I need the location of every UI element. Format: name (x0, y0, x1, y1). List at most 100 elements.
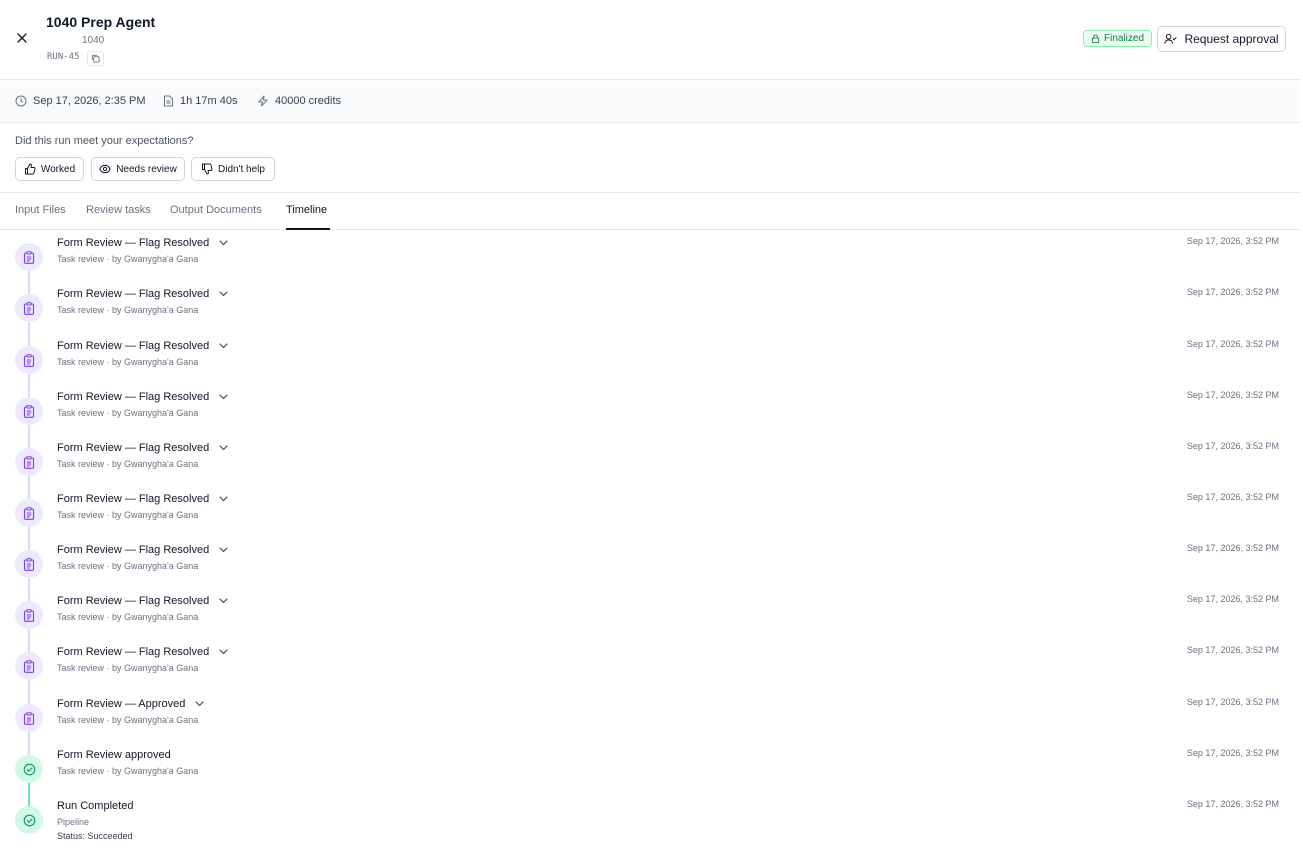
timeline-item-subtitle: Pipeline (57, 817, 90, 827)
timeline-item-title-row: Form Review — Flag Resolved (57, 646, 228, 658)
expand-toggle[interactable] (219, 240, 228, 246)
run-credits: 40000 credits (257, 95, 341, 107)
expand-toggle[interactable] (219, 649, 228, 655)
timeline-item-title: Form Review — Flag Resolved (57, 391, 210, 403)
copy-run-id-button[interactable] (87, 51, 104, 66)
timeline-item-icon (15, 499, 43, 527)
clipboard-icon (23, 353, 35, 367)
timeline-item[interactable]: Form Review — Flag Resolved Task review ·… (0, 441, 1300, 499)
expand-toggle[interactable] (219, 445, 228, 451)
timeline-item-subtitle: Task review · by Gwanygha'a Gana (57, 254, 199, 264)
didnt-help-button[interactable]: Didn't help (191, 157, 275, 181)
user-check-icon (1164, 33, 1178, 44)
clock-icon (15, 95, 27, 107)
timeline-item-icon (15, 294, 43, 322)
timeline-item-timestamp: Sep 17, 2026, 3:52 PM (1186, 287, 1279, 297)
run-datetime-value: Sep 17, 2026, 2:35 PM (33, 95, 146, 107)
tab-input-files[interactable]: Input Files (15, 204, 66, 216)
tab-timeline[interactable]: Timeline (286, 204, 327, 216)
tab-review-tasks[interactable]: Review tasks (86, 204, 151, 216)
timeline-item-timestamp: Sep 17, 2026, 3:52 PM (1186, 543, 1279, 553)
timeline-item-title-row: Form Review — Flag Resolved (57, 340, 228, 352)
check-circle-icon (23, 763, 35, 775)
timeline-item-title: Form Review — Flag Resolved (57, 442, 210, 454)
close-button[interactable] (14, 30, 30, 46)
expand-toggle[interactable] (219, 394, 228, 400)
timeline-item-status: Status: Succeeded (57, 831, 133, 841)
timeline-item[interactable]: Form Review — Approved Task review · by G… (0, 697, 1300, 755)
chevron-down-icon (219, 240, 228, 246)
timeline-item-title: Form Review approved (57, 749, 171, 761)
timeline-item-timestamp: Sep 17, 2026, 3:52 PM (1186, 236, 1279, 246)
timeline-item-icon (15, 755, 43, 783)
clipboard-icon (23, 608, 35, 622)
timeline-item-subtitle: Task review · by Gwanygha'a Gana (57, 663, 199, 673)
timeline-item-timestamp: Sep 17, 2026, 3:52 PM (1186, 697, 1279, 707)
timeline-item-title-row: Form Review — Flag Resolved (57, 391, 228, 403)
clipboard-icon (23, 711, 35, 725)
timeline-item[interactable]: Form Review — Flag Resolved Task review ·… (0, 339, 1300, 397)
lock-icon (1091, 34, 1100, 43)
timeline-item-title: Form Review — Flag Resolved (57, 646, 210, 658)
expand-toggle[interactable] (195, 701, 204, 707)
timeline-item-subtitle: Task review · by Gwanygha'a Gana (57, 408, 199, 418)
timeline-item[interactable]: Form Review — Flag Resolved Task review ·… (0, 645, 1300, 703)
timeline-item[interactable]: Form Review — Flag Resolved Task review ·… (0, 543, 1300, 601)
timeline-item-icon (15, 806, 43, 834)
timeline-item-title: Form Review — Flag Resolved (57, 288, 210, 300)
expand-toggle[interactable] (219, 547, 228, 553)
timeline-item-title-row: Form Review — Flag Resolved (57, 442, 228, 454)
chevron-down-icon (219, 598, 228, 604)
timeline-item-timestamp: Sep 17, 2026, 3:52 PM (1186, 748, 1279, 758)
timeline-item: Form Review approved Task review · by Gwa… (0, 748, 1300, 806)
timeline-item[interactable]: Form Review — Flag Resolved Task review ·… (0, 236, 1300, 294)
didnt-help-label: Didn't help (218, 163, 265, 175)
lightning-icon (258, 95, 268, 107)
status-badge-label: Finalized (1104, 33, 1145, 44)
tab-output-documents[interactable]: Output Documents (170, 204, 262, 216)
needs-review-button[interactable]: Needs review (91, 157, 185, 181)
expand-toggle[interactable] (219, 291, 228, 297)
run-duration: 1h 17m 40s (163, 95, 237, 107)
run-datetime: Sep 17, 2026, 2:35 PM (15, 95, 146, 107)
run-header: 1040 Prep Agent 1040 RUN-45 Finalized Re… (0, 0, 1300, 80)
timeline-item[interactable]: Form Review — Flag Resolved Task review ·… (0, 287, 1300, 345)
timeline-item-subtitle: Task review · by Gwanygha'a Gana (57, 459, 199, 469)
timeline-item-title-row: Form Review — Flag Resolved (57, 493, 228, 505)
timeline-item-title: Form Review — Approved (57, 698, 186, 710)
page-subtitle: 1040 (82, 35, 105, 46)
timeline-item-timestamp: Sep 17, 2026, 3:52 PM (1186, 645, 1279, 655)
clipboard-icon (23, 404, 35, 418)
timeline-item-subtitle: Task review · by Gwanygha'a Gana (57, 715, 199, 725)
clipboard-icon (23, 659, 35, 673)
page-title: 1040 Prep Agent (46, 14, 156, 30)
status-badge: Finalized (1083, 30, 1153, 47)
timeline-item-title: Form Review — Flag Resolved (57, 237, 210, 249)
expand-toggle[interactable] (219, 343, 228, 349)
needs-review-label: Needs review (116, 163, 177, 175)
expand-toggle[interactable] (219, 496, 228, 502)
worked-button[interactable]: Worked (15, 157, 84, 181)
clipboard-icon (23, 250, 35, 264)
timeline-item-icon (15, 448, 43, 476)
tab-bar: Input Files Review tasks Output Document… (0, 193, 1300, 230)
timeline-item-icon (15, 346, 43, 374)
expand-toggle[interactable] (219, 598, 228, 604)
timeline-item-timestamp: Sep 17, 2026, 3:52 PM (1186, 492, 1279, 502)
request-approval-button[interactable]: Request approval (1157, 26, 1286, 52)
timeline-item-icon (15, 397, 43, 425)
timeline-item[interactable]: Form Review — Flag Resolved Task review ·… (0, 492, 1300, 550)
timeline-item-timestamp: Sep 17, 2026, 3:52 PM (1186, 339, 1279, 349)
clipboard-icon (23, 301, 35, 315)
timeline-item-title-row: Form Review — Flag Resolved (57, 288, 228, 300)
timeline-item[interactable]: Form Review — Flag Resolved Task review ·… (0, 390, 1300, 448)
timeline-item-title-row: Form Review — Approved (57, 698, 204, 710)
copy-icon (91, 54, 100, 63)
timeline-item-title: Form Review — Flag Resolved (57, 340, 210, 352)
timeline-item[interactable]: Form Review — Flag Resolved Task review ·… (0, 594, 1300, 652)
timeline-item-title: Run Completed (57, 800, 134, 812)
timeline-item-title: Form Review — Flag Resolved (57, 493, 210, 505)
timeline-item-title: Form Review — Flag Resolved (57, 544, 210, 556)
chevron-down-icon (219, 649, 228, 655)
worked-label: Worked (40, 163, 76, 175)
